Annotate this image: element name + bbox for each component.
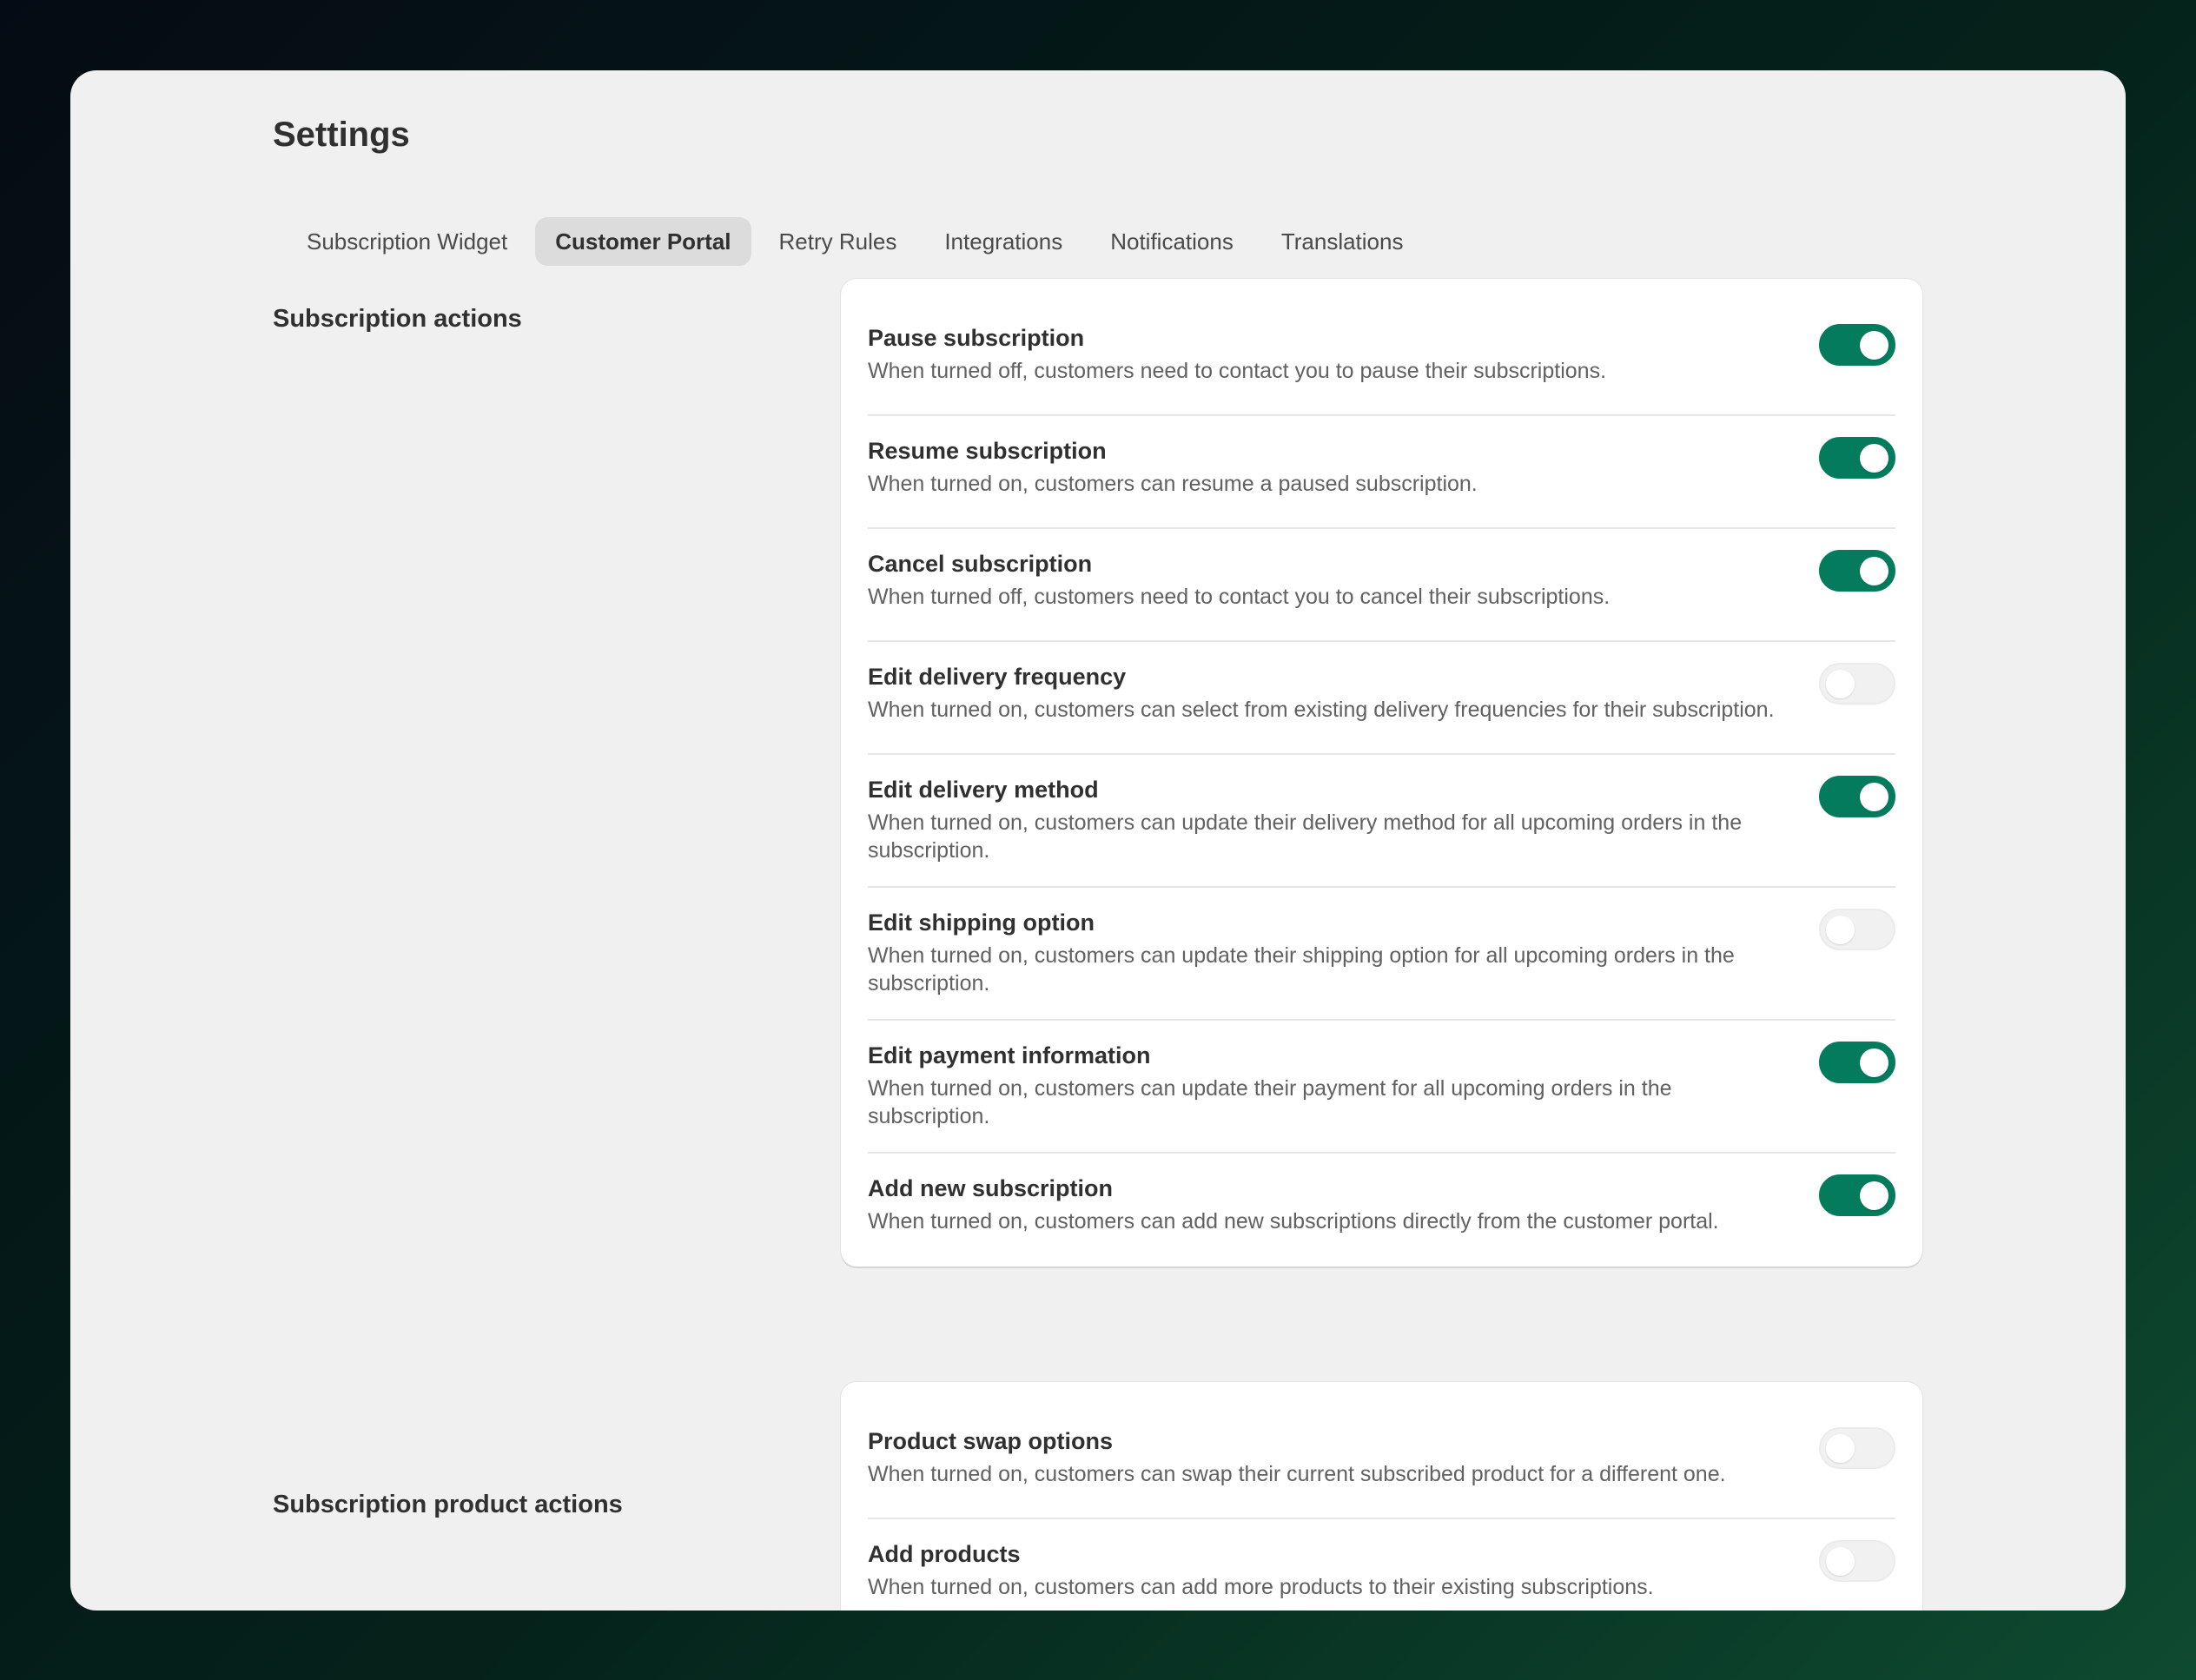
subscription-actions-card: Pause subscription When turned off, cust… xyxy=(841,279,1922,1267)
setting-row-pause-subscription: Pause subscription When turned off, cust… xyxy=(868,303,1895,416)
setting-title: Add products xyxy=(868,1541,1021,1567)
setting-row-cancel-subscription: Cancel subscription When turned off, cus… xyxy=(868,529,1895,642)
tab-subscription-widget[interactable]: Subscription Widget xyxy=(287,217,527,266)
resume-subscription-toggle[interactable] xyxy=(1819,437,1895,479)
tab-customer-portal[interactable]: Customer Portal xyxy=(535,217,751,266)
product-swap-options-toggle[interactable] xyxy=(1819,1427,1895,1469)
toggle-knob xyxy=(1826,916,1855,944)
setting-row-edit-shipping-option: Edit shipping option When turned on, cus… xyxy=(868,888,1895,1021)
pause-subscription-toggle[interactable] xyxy=(1819,324,1895,366)
setting-title: Cancel subscription xyxy=(868,551,1093,577)
setting-title: Product swap options xyxy=(868,1428,1114,1454)
subscription-product-actions-card: Product swap options When turned on, cus… xyxy=(841,1382,1922,1611)
toggle-knob xyxy=(1860,444,1888,473)
toggle-knob xyxy=(1860,557,1888,585)
setting-row-add-new-subscription: Add new subscription When turned on, cus… xyxy=(868,1154,1895,1267)
setting-title: Add new subscription xyxy=(868,1175,1114,1201)
setting-description: When turned off, customers need to conta… xyxy=(868,585,1611,609)
setting-description: When turned off, customers need to conta… xyxy=(868,359,1607,383)
edit-delivery-method-toggle[interactable] xyxy=(1819,776,1895,817)
setting-description: When turned on, customers can swap their… xyxy=(868,1462,1726,1486)
toggle-knob xyxy=(1826,1547,1855,1576)
add-products-toggle[interactable] xyxy=(1819,1540,1895,1582)
toggle-knob xyxy=(1860,331,1888,360)
setting-description: When turned on, customers can select fro… xyxy=(868,698,1775,722)
tab-translations[interactable]: Translations xyxy=(1261,217,1424,266)
edit-shipping-option-toggle[interactable] xyxy=(1819,909,1895,950)
setting-title: Pause subscription xyxy=(868,325,1085,351)
tab-notifications[interactable]: Notifications xyxy=(1090,217,1253,266)
setting-description: When turned on, customers can update the… xyxy=(868,943,1735,995)
setting-description: When turned on, customers can resume a p… xyxy=(868,472,1478,496)
toggle-knob xyxy=(1860,1181,1888,1210)
setting-row-add-products: Add products When turned on, customers c… xyxy=(868,1519,1895,1611)
toggle-knob xyxy=(1826,670,1855,698)
edit-delivery-frequency-toggle[interactable] xyxy=(1819,663,1895,704)
toggle-knob xyxy=(1826,1434,1855,1463)
settings-tabs: Subscription Widget Customer Portal Retr… xyxy=(287,217,1431,266)
edit-payment-information-toggle[interactable] xyxy=(1819,1042,1895,1083)
cancel-subscription-toggle[interactable] xyxy=(1819,550,1895,592)
setting-description: When turned on, customers can update the… xyxy=(868,1076,1672,1128)
setting-description: When turned on, customers can add new su… xyxy=(868,1209,1719,1234)
add-new-subscription-toggle[interactable] xyxy=(1819,1174,1895,1216)
section-label-subscription-product-actions: Subscription product actions xyxy=(273,1491,623,1518)
setting-row-resume-subscription: Resume subscription When turned on, cust… xyxy=(868,416,1895,529)
setting-row-edit-delivery-method: Edit delivery method When turned on, cus… xyxy=(868,755,1895,888)
page-title: Settings xyxy=(273,116,410,154)
setting-title: Edit shipping option xyxy=(868,909,1095,936)
setting-description: When turned on, customers can update the… xyxy=(868,810,1743,863)
setting-description: When turned on, customers can add more p… xyxy=(868,1575,1654,1599)
setting-title: Edit delivery method xyxy=(868,777,1099,803)
setting-title: Edit payment information xyxy=(868,1042,1151,1068)
setting-row-edit-payment-information: Edit payment information When turned on,… xyxy=(868,1021,1895,1154)
settings-window: Settings Subscription Widget Customer Po… xyxy=(70,70,2126,1611)
setting-row-product-swap-options: Product swap options When turned on, cus… xyxy=(868,1406,1895,1519)
tab-retry-rules[interactable]: Retry Rules xyxy=(759,217,917,266)
toggle-knob xyxy=(1860,1048,1888,1077)
setting-title: Edit delivery frequency xyxy=(868,664,1127,690)
tab-integrations[interactable]: Integrations xyxy=(924,217,1082,266)
section-label-subscription-actions: Subscription actions xyxy=(273,305,522,333)
toggle-knob xyxy=(1860,783,1888,811)
setting-row-edit-delivery-frequency: Edit delivery frequency When turned on, … xyxy=(868,642,1895,755)
setting-title: Resume subscription xyxy=(868,438,1107,464)
